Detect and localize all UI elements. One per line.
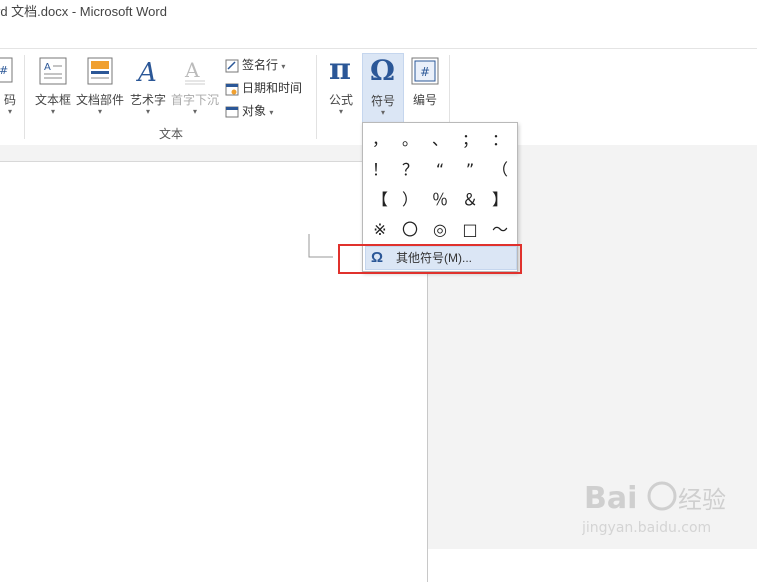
svg-text:Bai: Bai <box>584 481 637 516</box>
textbox-button[interactable]: A 文本框 ▾ <box>33 49 73 125</box>
chevron-down-icon: ▾ <box>50 107 55 116</box>
chevron-down-icon: ▾ <box>338 107 343 116</box>
symbol-cell[interactable]: ： <box>485 125 515 155</box>
signature-label: 签名行 <box>242 58 279 72</box>
wordart-button[interactable]: A 艺术字 ▾ <box>128 49 168 125</box>
symbol-cell[interactable]: （ <box>485 155 515 185</box>
symbol-cell[interactable]: ＆ <box>455 185 485 215</box>
separator <box>24 55 25 139</box>
page-number-icon: # <box>0 57 13 86</box>
chevron-down-icon: ▾ <box>97 107 102 116</box>
signature-line-button[interactable]: 签名行 ▾ <box>225 55 285 75</box>
number-label: 编号 <box>412 93 437 107</box>
object-button[interactable]: 对象 ▾ <box>225 101 273 121</box>
chevron-down-icon: ▾ <box>7 107 12 116</box>
pi-icon: π <box>327 52 355 88</box>
highlight-annotation <box>338 244 522 274</box>
chevron-down-icon: ▾ <box>281 62 286 71</box>
symbol-cell[interactable]: 、 <box>425 125 455 155</box>
equation-label: 公式 <box>328 93 353 107</box>
signature-icon <box>225 59 239 73</box>
symbol-cell[interactable]: “ <box>425 155 455 185</box>
symbol-cell[interactable]: ※ <box>365 215 395 245</box>
number-button[interactable]: # 编号 <box>406 49 444 125</box>
svg-text:#: # <box>0 64 8 77</box>
svg-text:#: # <box>420 65 430 79</box>
symbol-cell[interactable]: 。 <box>395 125 425 155</box>
symbol-cell[interactable]: ！ <box>365 155 395 185</box>
symbol-cell[interactable]: ％ <box>425 185 455 215</box>
symbol-cell[interactable]: ） <box>395 185 425 215</box>
equation-button[interactable]: π 公式 ▾ <box>322 49 360 125</box>
quick-parts-label: 文档部件 <box>75 93 124 107</box>
svg-text:A: A <box>44 62 51 73</box>
symbol-cell[interactable]: ； <box>455 125 485 155</box>
chevron-down-icon: ▾ <box>269 108 274 117</box>
separator <box>316 55 317 139</box>
object-icon <box>225 105 239 119</box>
calendar-icon <box>225 82 239 96</box>
drop-cap-icon: A <box>183 57 207 88</box>
chevron-down-icon: ▾ <box>192 107 197 116</box>
watermark: Bai 经验 jingyan.baidu.com <box>581 470 742 540</box>
baidu-logo: Bai 经验 jingyan.baidu.com <box>581 481 726 536</box>
symbol-cell[interactable]: ” <box>455 155 485 185</box>
svg-text:经验: 经验 <box>678 486 726 514</box>
margin-corner-mark <box>308 234 333 258</box>
svg-text:A: A <box>184 58 200 82</box>
symbol-cell[interactable]: □ <box>455 215 485 245</box>
number-icon: # <box>411 57 439 88</box>
symbol-button[interactable]: Ω 符号 ▾ <box>362 53 404 125</box>
symbol-cell[interactable]: ◎ <box>425 215 455 245</box>
drop-cap-label: 首字下沉 <box>170 93 219 107</box>
date-time-label: 日期和时间 <box>242 81 303 95</box>
symbol-cell[interactable]: ， <box>365 125 395 155</box>
chevron-down-icon: ▾ <box>145 107 150 116</box>
symbol-label: 符号 <box>370 94 395 108</box>
window-title: rd 文档.docx - Microsoft Word <box>0 4 167 19</box>
wordart-icon: A <box>135 57 161 88</box>
symbol-cell[interactable]: 】 <box>485 185 515 215</box>
textbox-label: 文本框 <box>34 93 71 107</box>
quick-parts-button[interactable]: 文档部件 ▾ <box>75 49 125 125</box>
date-time-button[interactable]: 日期和时间 <box>225 78 302 98</box>
omega-icon: Ω <box>369 54 397 89</box>
quick-parts-icon <box>87 57 113 88</box>
svg-text:A: A <box>136 58 157 85</box>
svg-text:Ω: Ω <box>370 54 395 86</box>
svg-text:π: π <box>329 53 351 85</box>
drop-cap-button[interactable]: A 首字下沉 ▾ <box>170 49 220 125</box>
chevron-down-icon: ▾ <box>380 108 385 117</box>
wordart-label: 艺术字 <box>129 93 166 107</box>
title-bar: rd 文档.docx - Microsoft Word <box>0 0 757 26</box>
object-label: 对象 <box>242 104 267 118</box>
symbol-cell[interactable]: ～ <box>485 215 515 245</box>
page-number-label: 码 <box>3 93 16 107</box>
textbox-icon: A <box>39 57 67 88</box>
page-number-button-partial[interactable]: # 码 ▾ <box>0 49 16 125</box>
group-label-text: 文本 <box>159 127 184 141</box>
symbol-cell[interactable]: ？ <box>395 155 425 185</box>
symbol-cell[interactable]: 【 <box>365 185 395 215</box>
symbol-cell[interactable]: 〇 <box>395 215 425 245</box>
svg-text:jingyan.baidu.com: jingyan.baidu.com <box>582 520 711 536</box>
